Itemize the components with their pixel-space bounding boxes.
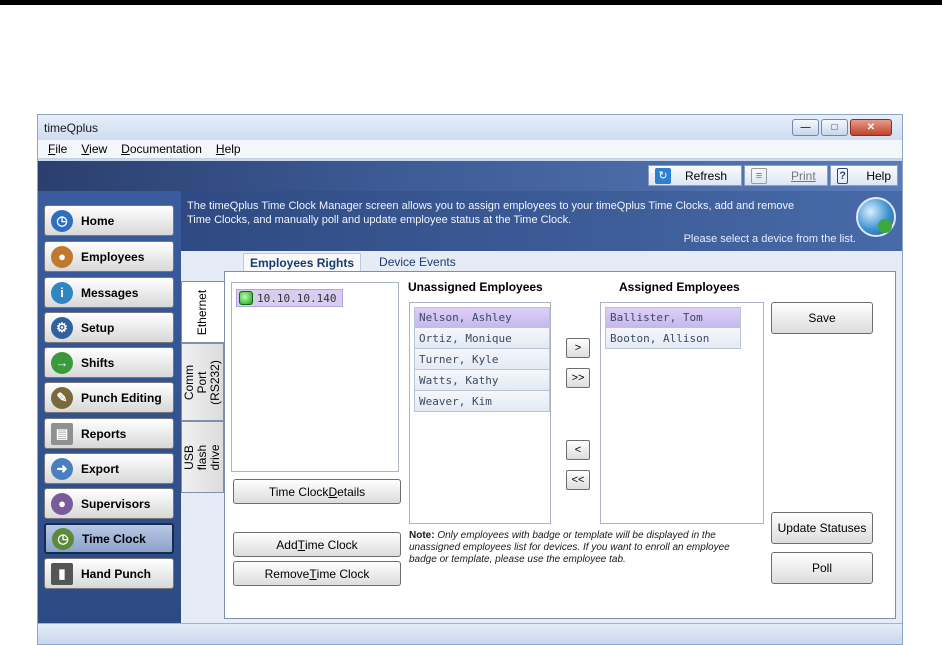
nav-messages[interactable]: i Messages — [44, 277, 174, 308]
refresh-arrow-icon — [878, 219, 892, 233]
tab-employees-rights[interactable]: Employees Rights — [243, 252, 362, 272]
page-description: The timeQplus Time Clock Manager screen … — [187, 200, 795, 226]
refresh-label: Refresh — [685, 168, 728, 183]
sidebar: ◷ Home ● Employees i Messages ⚙ Setup → Shift… — [38, 191, 181, 623]
print-icon: ≡ — [751, 167, 767, 184]
document-icon: ▤ — [51, 422, 73, 445]
assigned-employees-label: Assigned Employees — [619, 280, 740, 294]
window-title: timeQplus — [44, 120, 99, 135]
list-item[interactable]: Turner, Kyle — [414, 349, 550, 370]
add-time-clock-button[interactable]: Add Time Clock — [233, 532, 401, 557]
move-all-left-button[interactable]: << — [566, 470, 590, 490]
list-item[interactable]: Ballister, Tom — [605, 307, 741, 328]
poll-button[interactable]: Poll — [771, 552, 873, 584]
employees-rights-panel: 10.10.10.140 Time Clock Details Add Time… — [224, 271, 896, 619]
nav-reports[interactable]: ▤ Reports — [44, 418, 174, 449]
menu-file[interactable]: File — [48, 142, 67, 156]
pencil-icon: ✎ — [51, 386, 73, 409]
hand-punch-icon: ▮ — [51, 562, 73, 585]
tab-ethernet[interactable]: Ethernet — [181, 281, 224, 343]
device-address: 10.10.10.140 — [257, 291, 337, 305]
print-label: Print — [791, 168, 816, 183]
remove-time-clock-button[interactable]: Remove Time Clock — [233, 561, 401, 586]
info-icon: i — [51, 281, 73, 304]
online-status-icon — [239, 291, 253, 305]
window-controls: — □ ✕ — [792, 119, 892, 136]
print-button[interactable]: ≡ Print — [744, 165, 828, 186]
list-item[interactable]: Watts, Kathy — [414, 370, 550, 391]
list-item[interactable]: Ortiz, Monique — [414, 328, 550, 349]
device-list[interactable]: 10.10.10.140 — [231, 282, 399, 472]
app-window: timeQplus — □ ✕ File View Documentation … — [37, 114, 903, 645]
time-clock-icon: ◷ — [52, 527, 74, 550]
move-right-button[interactable]: > — [566, 338, 590, 358]
person-icon: ● — [51, 245, 73, 268]
nav-punch-editing[interactable]: ✎ Punch Editing — [44, 382, 174, 413]
note-text: Note: Only employees with badge or templ… — [409, 530, 730, 565]
minimize-button[interactable]: — — [792, 119, 819, 136]
maximize-button[interactable]: □ — [821, 119, 848, 136]
toolbar-buttons: ↻ Refresh ≡ Print ? Help — [648, 165, 898, 186]
time-clock-details-button[interactable]: Time Clock Details — [233, 479, 401, 504]
nav-hand-punch[interactable]: ▮ Hand Punch — [44, 558, 174, 589]
tab-usb-flash-drive[interactable]: USB flash drive — [181, 421, 224, 493]
nav-supervisors[interactable]: ● Supervisors — [44, 488, 174, 519]
info-banner: The timeQplus Time Clock Manager screen … — [181, 191, 902, 251]
screen-top-border — [0, 0, 942, 5]
list-item[interactable]: Nelson, Ashley — [414, 307, 550, 328]
list-item[interactable]: Booton, Allison — [605, 328, 741, 349]
update-statuses-button[interactable]: Update Statuses — [771, 512, 873, 544]
unassigned-items: Nelson, Ashley Ortiz, Monique Turner, Ky… — [414, 307, 550, 412]
nav-time-clock[interactable]: ◷ Time Clock — [44, 523, 174, 554]
tab-device-events[interactable]: Device Events — [375, 255, 460, 269]
horizontal-tabs: Employees Rights Device Events — [243, 252, 460, 272]
move-all-right-button[interactable]: >> — [566, 368, 590, 388]
nav-shifts[interactable]: → Shifts — [44, 347, 174, 378]
refresh-button[interactable]: ↻ Refresh — [648, 165, 742, 186]
export-arrow-icon: ➜ — [51, 457, 73, 480]
unassigned-employees-list[interactable]: Nelson, Ashley Ortiz, Monique Turner, Ky… — [409, 302, 551, 524]
globe-icon — [856, 197, 896, 237]
assigned-items: Ballister, Tom Booton, Allison — [605, 307, 741, 349]
menu-bar: File View Documentation Help — [38, 140, 902, 159]
menu-help[interactable]: Help — [216, 142, 241, 156]
nav-setup[interactable]: ⚙ Setup — [44, 312, 174, 343]
nav-employees[interactable]: ● Employees — [44, 241, 174, 272]
note-label: Note: — [409, 530, 435, 541]
status-bar — [38, 623, 902, 644]
toolbar: ↻ Refresh ≡ Print ? Help — [38, 161, 902, 191]
device-hint: Please select a device from the list. — [683, 233, 856, 245]
close-button[interactable]: ✕ — [850, 119, 892, 136]
gear-icon: ⚙ — [51, 316, 73, 339]
tab-comm-port[interactable]: Comm Port (RS232) — [181, 343, 224, 421]
menu-documentation[interactable]: Documentation — [121, 142, 202, 156]
title-bar: timeQplus — □ ✕ — [38, 115, 902, 140]
people-icon: ● — [51, 492, 73, 515]
device-item[interactable]: 10.10.10.140 — [236, 289, 344, 307]
unassigned-employees-label: Unassigned Employees — [408, 280, 543, 294]
save-button[interactable]: Save — [771, 302, 873, 334]
shift-icon: → — [51, 351, 73, 374]
assigned-employees-list[interactable]: Ballister, Tom Booton, Allison — [600, 302, 764, 524]
refresh-icon: ↻ — [655, 167, 671, 184]
nav-home[interactable]: ◷ Home — [44, 205, 174, 236]
list-item[interactable]: Weaver, Kim — [414, 391, 550, 412]
clock-icon: ◷ — [51, 209, 73, 232]
help-label: Help — [866, 168, 891, 183]
move-left-button[interactable]: < — [566, 440, 590, 460]
content-area: Employees Rights Device Events Ethernet … — [181, 251, 902, 623]
help-button[interactable]: ? Help — [830, 165, 898, 186]
nav-export[interactable]: ➜ Export — [44, 453, 174, 484]
menu-view[interactable]: View — [81, 142, 107, 156]
help-icon: ? — [837, 167, 849, 184]
